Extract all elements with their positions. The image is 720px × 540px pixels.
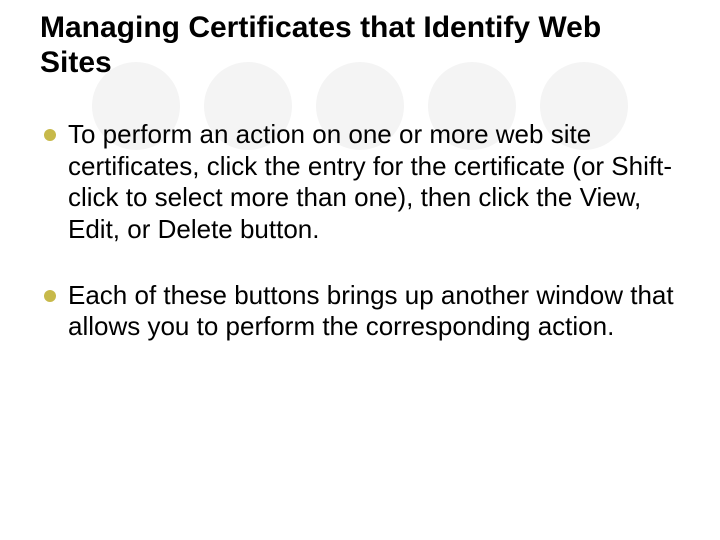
bullet-icon — [44, 290, 56, 302]
bullet-list: To perform an action on one or more web … — [40, 119, 680, 343]
slide-title: Managing Certificates that Identify Web … — [40, 10, 680, 81]
list-item: To perform an action on one or more web … — [40, 119, 680, 246]
slide-content: Managing Certificates that Identify Web … — [0, 0, 720, 343]
bullet-icon — [44, 129, 56, 141]
bullet-text: To perform an action on one or more web … — [68, 119, 672, 244]
bullet-text: Each of these buttons brings up another … — [68, 280, 674, 342]
list-item: Each of these buttons brings up another … — [40, 280, 680, 343]
